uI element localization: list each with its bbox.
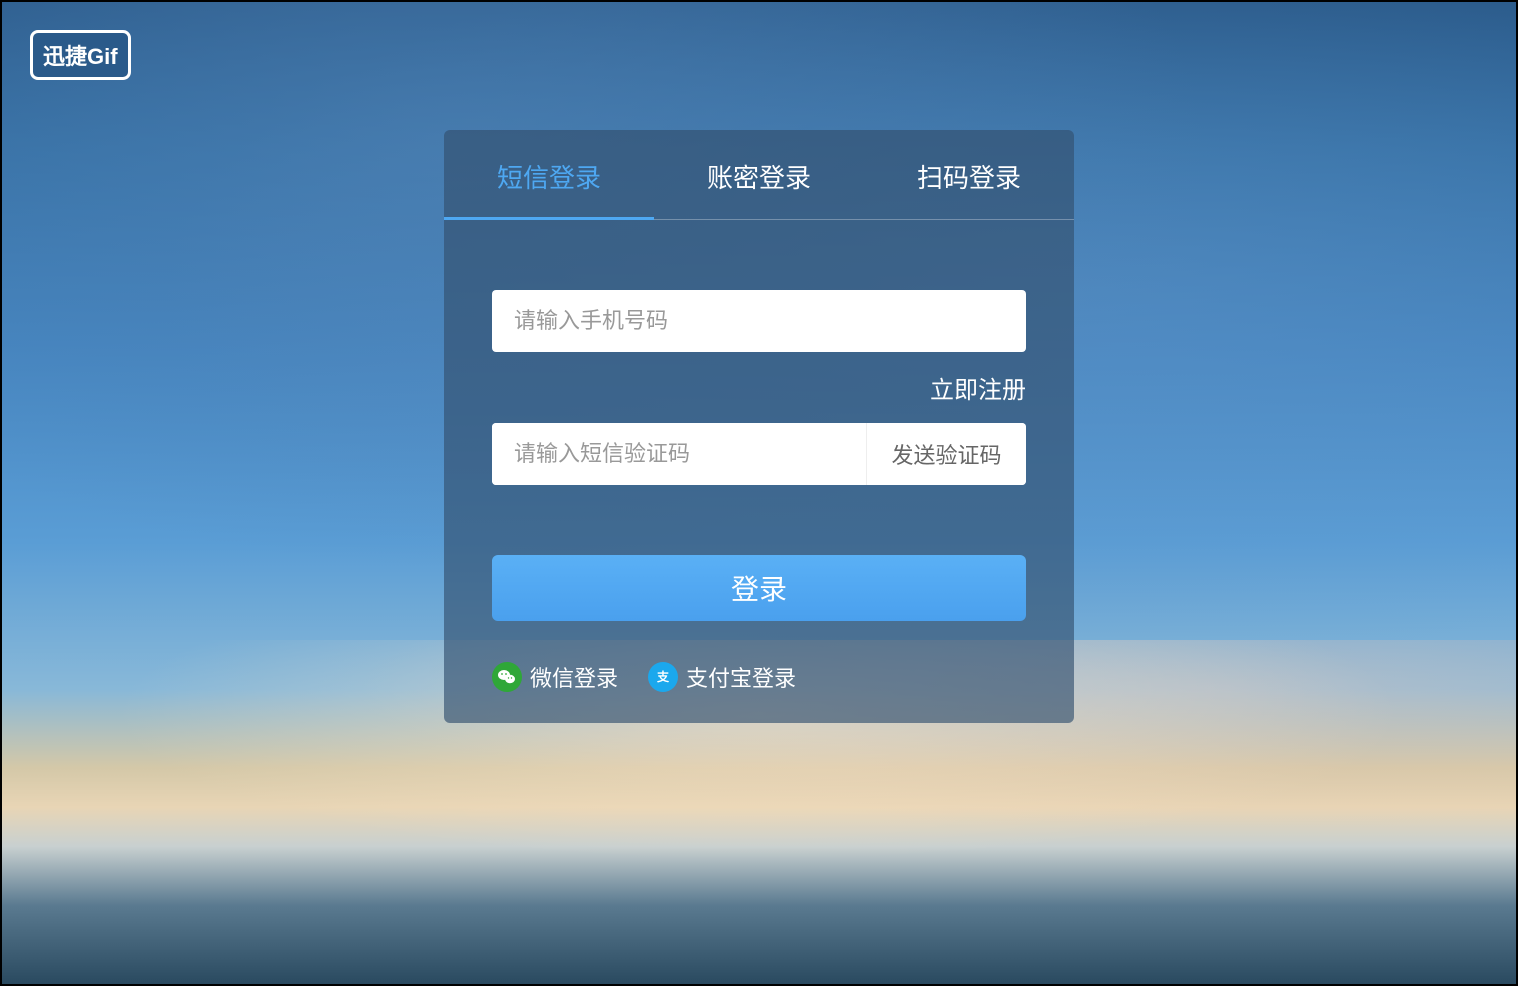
tab-qrcode-login[interactable]: 扫码登录 xyxy=(864,130,1074,219)
login-panel: 短信登录 账密登录 扫码登录 立即注册 发送验证码 登录 xyxy=(444,130,1074,723)
wechat-icon xyxy=(492,662,522,692)
code-row: 发送验证码 xyxy=(492,423,1026,485)
alipay-login-button[interactable]: 支 支付宝登录 xyxy=(648,661,796,693)
login-form: 立即注册 发送验证码 登录 xyxy=(444,220,1074,621)
logo-text: 迅捷Gif xyxy=(43,44,118,69)
send-code-button[interactable]: 发送验证码 xyxy=(866,423,1026,485)
sms-code-input[interactable] xyxy=(492,423,866,485)
tab-sms-login[interactable]: 短信登录 xyxy=(444,130,654,219)
phone-input[interactable] xyxy=(492,290,1026,352)
svg-text:支: 支 xyxy=(656,669,670,684)
register-link[interactable]: 立即注册 xyxy=(930,377,1026,404)
tab-qrcode-label: 扫码登录 xyxy=(917,163,1021,193)
alt-login-row: 微信登录 支 支付宝登录 xyxy=(444,661,1074,693)
tab-sms-label: 短信登录 xyxy=(497,163,601,193)
login-tabs: 短信登录 账密登录 扫码登录 xyxy=(444,130,1074,220)
alipay-login-label: 支付宝登录 xyxy=(686,661,796,693)
wechat-login-label: 微信登录 xyxy=(530,661,618,693)
tab-password-label: 账密登录 xyxy=(707,163,811,193)
app-logo: 迅捷Gif xyxy=(30,30,131,80)
login-button[interactable]: 登录 xyxy=(492,555,1026,621)
alipay-icon: 支 xyxy=(648,662,678,692)
wechat-login-button[interactable]: 微信登录 xyxy=(492,661,618,693)
tab-password-login[interactable]: 账密登录 xyxy=(654,130,864,219)
register-row: 立即注册 xyxy=(492,370,1026,405)
